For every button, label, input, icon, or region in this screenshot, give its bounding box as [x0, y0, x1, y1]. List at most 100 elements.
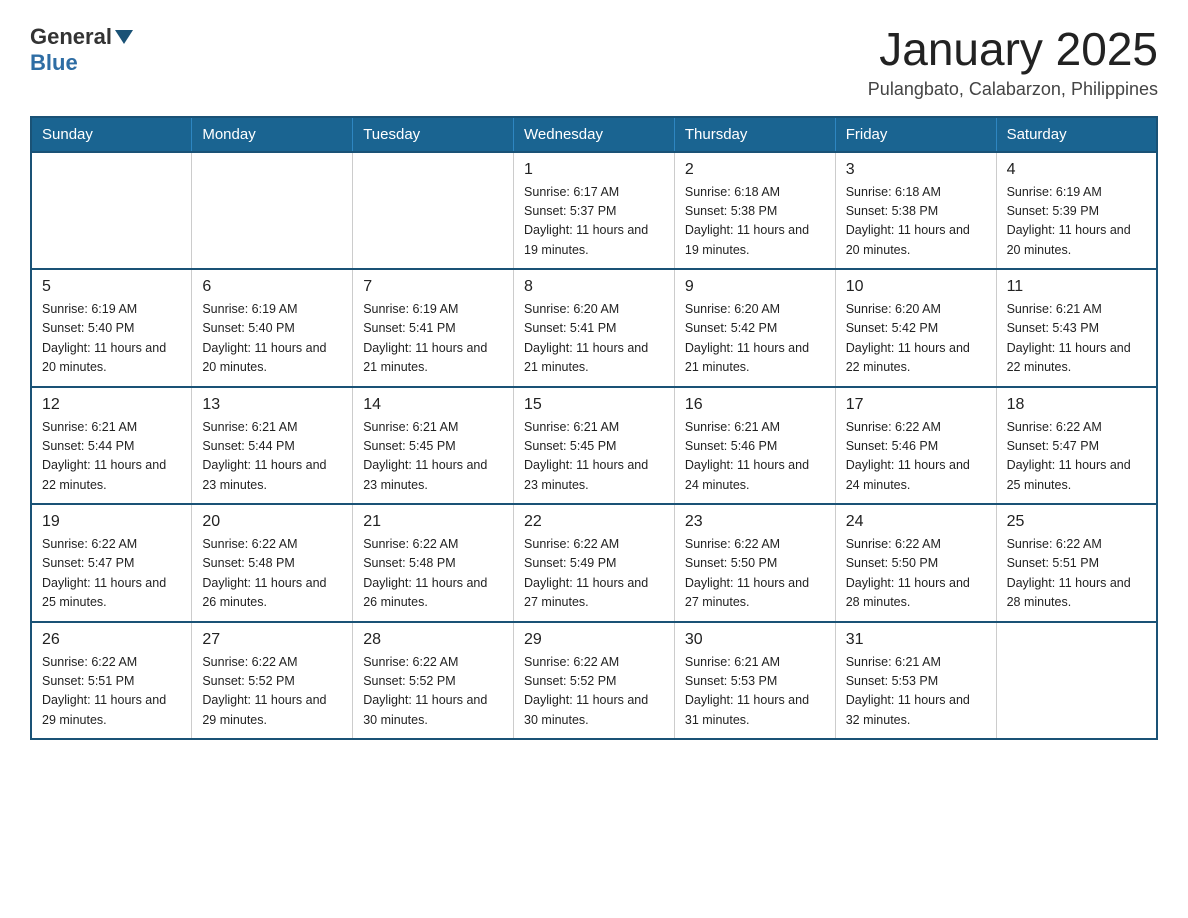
day-cell: 12Sunrise: 6:21 AM Sunset: 5:44 PM Dayli…	[31, 387, 192, 505]
header-cell-friday: Friday	[835, 117, 996, 152]
day-cell: 25 Sunrise: 6:22 AM Sunset: 5:51 PM Dayli…	[996, 504, 1157, 622]
day-cell: 5 Sunrise: 6:19 AM Sunset: 5:40 PM Daylig…	[31, 269, 192, 387]
day-info: Sunrise: 6:21 AM Sunset: 5:45 PM Dayligh…	[363, 418, 503, 496]
day-cell: 9 Sunrise: 6:20 AM Sunset: 5:42 PM Daylig…	[674, 269, 835, 387]
day-number: 13	[202, 396, 342, 414]
day-cell: 18Sunrise: 6:22 AM Sunset: 5:47 PM Dayli…	[996, 387, 1157, 505]
day-cell: 4Sunrise: 6:19 AM Sunset: 5:39 PM Daylig…	[996, 152, 1157, 270]
header-cell-monday: Monday	[192, 117, 353, 152]
day-info: Sunrise: 6:22 AM Sunset: 5:47 PM Dayligh…	[1007, 418, 1146, 496]
day-info: Sunrise: 6:22 AM Sunset: 5:50 PM Dayligh…	[846, 535, 986, 613]
day-cell: 23 Sunrise: 6:22 AM Sunset: 5:50 PM Dayli…	[674, 504, 835, 622]
day-cell	[192, 152, 353, 270]
day-info: Sunrise: 6:22 AM Sunset: 5:52 PM Dayligh…	[363, 653, 503, 731]
month-title: January 2025	[868, 24, 1158, 75]
day-info: Sunrise: 6:20 AM Sunset: 5:42 PM Dayligh…	[846, 300, 986, 378]
day-number: 24	[846, 513, 986, 531]
day-cell: 6 Sunrise: 6:19 AM Sunset: 5:40 PM Daylig…	[192, 269, 353, 387]
day-info: Sunrise: 6:21 AM Sunset: 5:53 PM Dayligh…	[846, 653, 986, 731]
day-cell: 30 Sunrise: 6:21 AM Sunset: 5:53 PM Dayli…	[674, 622, 835, 740]
week-row-4: 19Sunrise: 6:22 AM Sunset: 5:47 PM Dayli…	[31, 504, 1157, 622]
page-header: General Blue January 2025 Pulangbato, Ca…	[30, 24, 1158, 100]
day-number: 5	[42, 278, 181, 296]
day-cell: 31 Sunrise: 6:21 AM Sunset: 5:53 PM Dayli…	[835, 622, 996, 740]
calendar-header: SundayMondayTuesdayWednesdayThursdayFrid…	[31, 117, 1157, 152]
day-cell: 21 Sunrise: 6:22 AM Sunset: 5:48 PM Dayli…	[353, 504, 514, 622]
day-cell: 26 Sunrise: 6:22 AM Sunset: 5:51 PM Dayli…	[31, 622, 192, 740]
day-cell: 29Sunrise: 6:22 AM Sunset: 5:52 PM Dayli…	[514, 622, 675, 740]
day-cell	[31, 152, 192, 270]
day-number: 7	[363, 278, 503, 296]
day-number: 26	[42, 631, 181, 649]
week-row-3: 12 Sunrise: 6:21 AM Sunset: 5:44 PM Dayli…	[31, 387, 1157, 505]
day-number: 30	[685, 631, 825, 649]
header-cell-thursday: Thursday	[674, 117, 835, 152]
day-number: 16	[685, 396, 825, 414]
day-info: Sunrise: 6:22 AM Sunset: 5:48 PM Dayligh…	[363, 535, 503, 613]
day-number: 31	[846, 631, 986, 649]
day-cell: 7Sunrise: 6:19 AM Sunset: 5:41 PM Daylig…	[353, 269, 514, 387]
day-info: Sunrise: 6:22 AM Sunset: 5:50 PM Dayligh…	[685, 535, 825, 613]
day-info: Sunrise: 6:22 AM Sunset: 5:51 PM Dayligh…	[42, 653, 181, 731]
logo: General Blue	[30, 24, 133, 76]
day-number: 11	[1007, 278, 1146, 296]
header-cell-wednesday: Wednesday	[514, 117, 675, 152]
calendar-table: SundayMondayTuesdayWednesdayThursdayFrid…	[30, 116, 1158, 741]
day-info: Sunrise: 6:21 AM Sunset: 5:44 PM Dayligh…	[202, 418, 342, 496]
day-number: 15	[524, 396, 664, 414]
day-cell: 3 Sunrise: 6:18 AM Sunset: 5:38 PM Daylig…	[835, 152, 996, 270]
day-info: Sunrise: 6:22 AM Sunset: 5:48 PM Dayligh…	[202, 535, 342, 613]
day-cell	[353, 152, 514, 270]
day-number: 23	[685, 513, 825, 531]
logo-general-text: General	[30, 24, 112, 50]
day-info: Sunrise: 6:22 AM Sunset: 5:47 PM Dayligh…	[42, 535, 181, 613]
day-cell: 2 Sunrise: 6:18 AM Sunset: 5:38 PM Daylig…	[674, 152, 835, 270]
day-info: Sunrise: 6:22 AM Sunset: 5:46 PM Dayligh…	[846, 418, 986, 496]
header-cell-sunday: Sunday	[31, 117, 192, 152]
day-info: Sunrise: 6:18 AM Sunset: 5:38 PM Dayligh…	[846, 183, 986, 261]
day-number: 2	[685, 161, 825, 179]
day-number: 12	[42, 396, 181, 414]
day-info: Sunrise: 6:20 AM Sunset: 5:42 PM Dayligh…	[685, 300, 825, 378]
day-info: Sunrise: 6:21 AM Sunset: 5:43 PM Dayligh…	[1007, 300, 1146, 378]
day-number: 25	[1007, 513, 1146, 531]
day-cell: 8 Sunrise: 6:20 AM Sunset: 5:41 PM Daylig…	[514, 269, 675, 387]
day-info: Sunrise: 6:21 AM Sunset: 5:53 PM Dayligh…	[685, 653, 825, 731]
header-row: SundayMondayTuesdayWednesdayThursdayFrid…	[31, 117, 1157, 152]
day-cell: 24 Sunrise: 6:22 AM Sunset: 5:50 PM Dayli…	[835, 504, 996, 622]
day-info: Sunrise: 6:19 AM Sunset: 5:40 PM Dayligh…	[202, 300, 342, 378]
day-number: 9	[685, 278, 825, 296]
day-cell: 19Sunrise: 6:22 AM Sunset: 5:47 PM Dayli…	[31, 504, 192, 622]
day-number: 6	[202, 278, 342, 296]
calendar-body: 1Sunrise: 6:17 AM Sunset: 5:37 PM Daylig…	[31, 152, 1157, 740]
day-number: 10	[846, 278, 986, 296]
day-number: 1	[524, 161, 664, 179]
day-number: 27	[202, 631, 342, 649]
day-info: Sunrise: 6:18 AM Sunset: 5:38 PM Dayligh…	[685, 183, 825, 261]
day-number: 8	[524, 278, 664, 296]
day-cell: 16Sunrise: 6:21 AM Sunset: 5:46 PM Dayli…	[674, 387, 835, 505]
day-number: 21	[363, 513, 503, 531]
day-number: 20	[202, 513, 342, 531]
day-info: Sunrise: 6:22 AM Sunset: 5:51 PM Dayligh…	[1007, 535, 1146, 613]
week-row-1: 1Sunrise: 6:17 AM Sunset: 5:37 PM Daylig…	[31, 152, 1157, 270]
week-row-2: 5 Sunrise: 6:19 AM Sunset: 5:40 PM Daylig…	[31, 269, 1157, 387]
day-info: Sunrise: 6:22 AM Sunset: 5:52 PM Dayligh…	[202, 653, 342, 731]
week-row-5: 26 Sunrise: 6:22 AM Sunset: 5:51 PM Dayli…	[31, 622, 1157, 740]
day-number: 22	[524, 513, 664, 531]
day-cell: 13 Sunrise: 6:21 AM Sunset: 5:44 PM Dayli…	[192, 387, 353, 505]
title-block: January 2025 Pulangbato, Calabarzon, Phi…	[868, 24, 1158, 100]
day-number: 3	[846, 161, 986, 179]
day-cell: 17Sunrise: 6:22 AM Sunset: 5:46 PM Dayli…	[835, 387, 996, 505]
day-info: Sunrise: 6:21 AM Sunset: 5:45 PM Dayligh…	[524, 418, 664, 496]
day-info: Sunrise: 6:20 AM Sunset: 5:41 PM Dayligh…	[524, 300, 664, 378]
day-cell	[996, 622, 1157, 740]
day-info: Sunrise: 6:19 AM Sunset: 5:40 PM Dayligh…	[42, 300, 181, 378]
day-cell: 15 Sunrise: 6:21 AM Sunset: 5:45 PM Dayli…	[514, 387, 675, 505]
day-number: 14	[363, 396, 503, 414]
header-cell-tuesday: Tuesday	[353, 117, 514, 152]
location-subtitle: Pulangbato, Calabarzon, Philippines	[868, 79, 1158, 100]
day-cell: 20 Sunrise: 6:22 AM Sunset: 5:48 PM Dayli…	[192, 504, 353, 622]
day-number: 28	[363, 631, 503, 649]
day-cell: 14 Sunrise: 6:21 AM Sunset: 5:45 PM Dayli…	[353, 387, 514, 505]
